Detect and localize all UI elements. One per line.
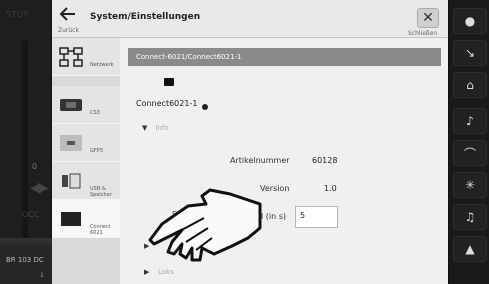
nav-item-network[interactable]: Netzwerk [52,38,120,76]
back-arrow-icon [59,7,75,21]
occ-label: OCC [22,210,40,219]
page-title: System/Einstellungen [90,12,201,22]
nav-item-cs3[interactable]: CS3 [52,86,120,124]
usb-icon [56,169,86,193]
pointing-hand-icon [148,188,262,262]
left-control-strip: STOP 0 ◀▶ OCC BR 103 DC 1 [0,0,52,284]
sound2-icon: ♫ [464,210,476,224]
back-label: Zurück [58,27,79,34]
nav-label-usb: USB & Speicher [90,186,112,198]
fn-fan-button[interactable]: ✳ [453,172,487,198]
loco-image [0,238,52,252]
fan-icon: ✳ [464,178,476,192]
nav-label-cs3: CS3 [90,110,100,116]
horn-icon: ↘ [464,46,476,60]
nav-item-gfp3[interactable]: GFP3 [52,124,120,162]
loco-index: 1 [40,272,44,279]
fn-sound-button[interactable]: ♪ [453,108,487,134]
sound-icon: ♪ [466,114,474,128]
loco-name: BR 103 DC [6,256,44,264]
close-button[interactable]: ✕ [417,8,439,28]
fn-horn-button[interactable]: ↘ [453,40,487,66]
device-path-bar: Connect-6021/Connect6021-1 [128,48,441,66]
article-number-value: 60128 [312,156,338,165]
cs3-icon [56,93,86,117]
info-toggle[interactable]: ▼ Info [142,124,169,132]
fn-sound2-button[interactable]: ♫ [453,204,487,230]
expand-down-icon: ▼ [142,124,148,132]
fn-signal-button[interactable]: ▲ [453,236,487,262]
cab-icon: ⌂ [466,78,474,92]
back-button[interactable] [58,6,78,24]
device-name: Connect6021-1 [136,99,198,108]
function-strip: ● ↘ ⌂ ♪ ⌒ ✳ ♫ ▲ [448,0,489,284]
device-icon [164,78,174,86]
direction-icon[interactable]: ◀▶ [30,180,48,196]
header-bar: Zurück System/Einstellungen ✕ Schließen [52,0,448,38]
light-icon: ● [464,14,476,28]
interval-input[interactable]: 5 [295,206,338,228]
nav-label-network: Netzwerk [90,62,114,68]
signal-icon: ▲ [465,242,475,256]
speed-value: 0 [32,162,38,171]
coupler-icon: ⌒ [463,146,476,161]
nav-label-gfp3: GFP3 [90,148,103,154]
stop-label[interactable]: STOP [6,10,29,20]
network-icon [56,45,86,69]
nav-item-usb[interactable]: USB & Speicher [52,162,120,200]
fn-cab-button[interactable]: ⌂ [453,72,487,98]
version-value: 1.0 [324,184,337,193]
fn-coupler-button[interactable]: ⌒ [453,140,487,166]
nav-label-connect: Connect 6021 [90,224,111,236]
settings-nav: Netzwerk CS3 GFP3 USB & Speicher Connect… [52,38,120,284]
gfp3-icon [56,131,86,155]
app-screen: STOP 0 ◀▶ OCC BR 103 DC 1 Zurück System/… [0,0,489,284]
close-label: Schließen [408,30,438,37]
fn-light-button[interactable]: ● [453,8,487,34]
status-dot-icon [202,104,208,110]
article-number-label: Artikelnummer [230,156,290,165]
connect-icon [56,207,86,231]
close-icon: ✕ [422,10,434,26]
nav-item-connect[interactable]: Connect 6021 [52,200,120,238]
info-toggle-label: Info [155,124,169,132]
